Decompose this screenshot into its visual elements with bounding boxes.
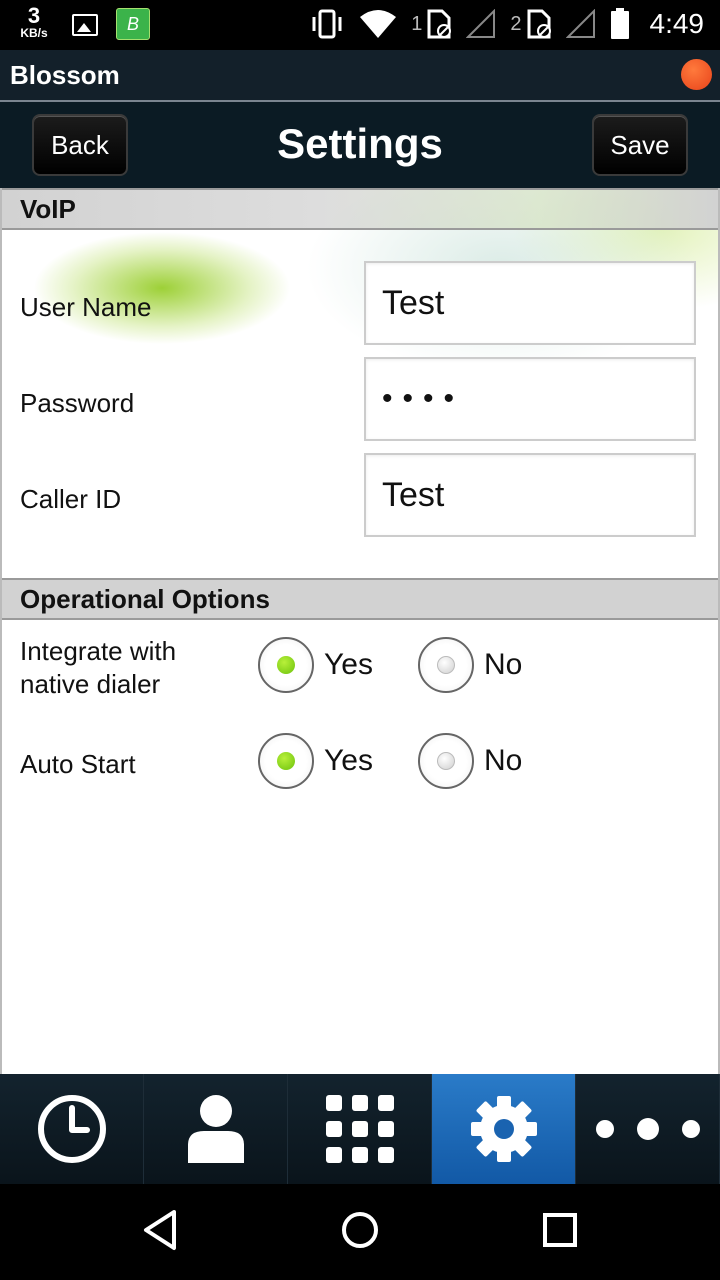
radio-unselected-dot: [437, 656, 455, 674]
wifi-icon: [360, 10, 397, 38]
gear-icon: [470, 1096, 537, 1162]
save-button[interactable]: Save: [592, 114, 688, 176]
radio-circle[interactable]: [418, 637, 474, 693]
vibrate-icon: [312, 9, 342, 39]
radio-circle[interactable]: [258, 733, 314, 789]
radio-circle[interactable]: [258, 637, 314, 693]
battery-icon: [610, 8, 629, 39]
speed-unit: KB/s: [20, 26, 48, 40]
auto-start-yes-radio[interactable]: Yes: [258, 733, 373, 789]
auto-start-yes-label[interactable]: Yes: [324, 744, 373, 778]
radio-selected-dot: [277, 656, 295, 674]
sim2-card-icon: [527, 9, 551, 39]
keypad-icon: [325, 1095, 394, 1163]
clock-icon: [37, 1095, 106, 1163]
signal1-icon: [466, 9, 496, 38]
tab-settings[interactable]: [432, 1074, 576, 1184]
sim1-card-icon: [427, 9, 452, 39]
tab-more[interactable]: [576, 1074, 720, 1184]
user-name-label: User Name: [20, 292, 152, 322]
bottom-tab-bar: [0, 1074, 720, 1184]
tab-recents[interactable]: [0, 1074, 144, 1184]
signal2-icon: [565, 9, 595, 38]
integrate-no-label[interactable]: No: [484, 648, 522, 682]
radio-selected-dot: [277, 752, 295, 770]
integrate-yes-radio[interactable]: Yes: [258, 637, 373, 693]
back-nav-icon[interactable]: [140, 1208, 180, 1252]
status-bar: 3 KB/s B 1 2 4:49: [0, 0, 720, 50]
tab-dialpad[interactable]: [288, 1074, 432, 1184]
blossom-notification-icon: B: [116, 8, 150, 40]
radio-circle[interactable]: [418, 733, 474, 789]
gallery-notification-icon: [72, 14, 98, 36]
more-icon: [595, 1118, 700, 1140]
password-label: Password: [20, 388, 135, 418]
sim2-label: 2: [510, 12, 522, 35]
navigation-bar: Back Settings Save: [0, 102, 720, 188]
caller-id-label: Caller ID: [20, 484, 122, 514]
settings-content: VoIP User Name Test Password •••• Caller…: [0, 188, 720, 1074]
system-navigation-bar: [0, 1184, 720, 1280]
speed-value: 3: [27, 3, 41, 28]
user-name-input[interactable]: Test: [364, 261, 696, 345]
app-title-bar: Blossom: [0, 50, 720, 102]
voip-section-header: VoIP: [2, 188, 718, 230]
app-title: Blossom: [10, 60, 120, 90]
caller-id-input[interactable]: Test: [364, 453, 696, 537]
operational-options-header: Operational Options: [2, 578, 718, 620]
recents-nav-icon[interactable]: [540, 1208, 580, 1252]
auto-start-no-label[interactable]: No: [484, 744, 522, 778]
radio-unselected-dot: [437, 752, 455, 770]
tab-contacts[interactable]: [144, 1074, 288, 1184]
integrate-dialer-label: Integrate with native dialer: [20, 636, 177, 699]
sim1-label: 1: [411, 12, 423, 35]
status-indicator-dot: [681, 59, 712, 90]
auto-start-no-radio[interactable]: No: [418, 733, 522, 789]
network-speed: 3 KB/s: [14, 3, 54, 40]
integrate-yes-label[interactable]: Yes: [324, 648, 373, 682]
auto-start-label: Auto Start: [20, 749, 136, 779]
password-input[interactable]: ••••: [364, 357, 696, 441]
person-icon: [187, 1095, 244, 1163]
integrate-no-radio[interactable]: No: [418, 637, 522, 693]
home-nav-icon[interactable]: [340, 1208, 380, 1252]
clock-time: 4:49: [649, 8, 705, 39]
